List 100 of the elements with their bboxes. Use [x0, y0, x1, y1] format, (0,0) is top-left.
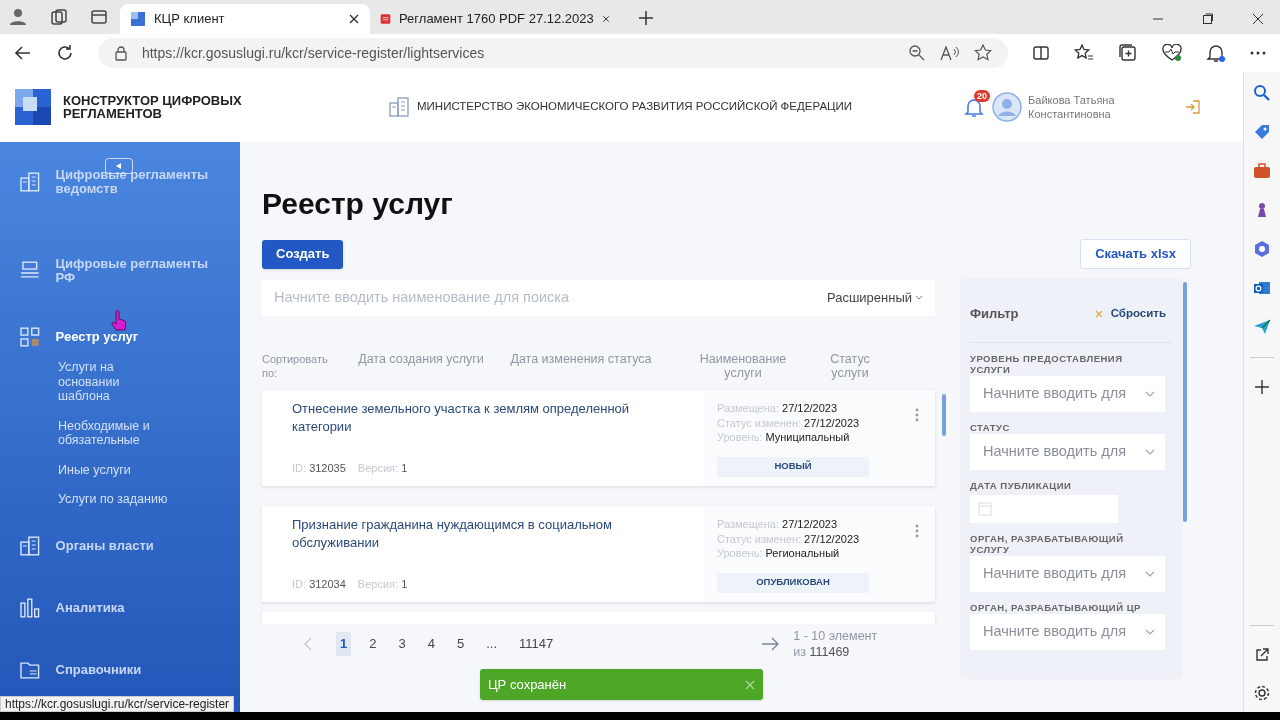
filter-select[interactable]: Начните вводить для	[970, 613, 1165, 650]
status-badge: ОПУБЛИКОВАН	[717, 572, 869, 593]
sidebar-subitem[interactable]: Необходимые и обязательные	[58, 418, 168, 448]
service-title[interactable]: Отнесение земельного участка к землям определенной категории	[292, 400, 672, 436]
back-icon[interactable]	[14, 44, 32, 62]
page-link[interactable]: 3	[394, 632, 410, 656]
tab-actions-icon[interactable]	[90, 8, 108, 26]
more-icon[interactable]	[1250, 51, 1266, 55]
browser-tab[interactable]: КЦР клиент	[120, 4, 370, 34]
bell-icon[interactable]	[1206, 43, 1226, 63]
star-icon[interactable]	[974, 44, 992, 62]
new-tab-icon[interactable]	[638, 10, 654, 26]
status-url: https://kcr.gosuslugi.ru/kcr/service-register	[0, 696, 235, 712]
bar-chart-icon	[20, 597, 40, 618]
scrollbar[interactable]	[942, 394, 946, 436]
sort-label: Сортировать по:	[262, 352, 326, 380]
total-count: из 111469	[793, 644, 851, 660]
favorites-icon[interactable]	[1074, 44, 1094, 62]
page-link[interactable]: 1	[336, 632, 352, 656]
date-field[interactable]	[970, 494, 1118, 523]
more-vertical-icon[interactable]	[915, 524, 919, 538]
service-version: Версия: 1	[357, 576, 408, 592]
filter-label: ДАТА ПУБЛИКАЦИИ	[970, 479, 1073, 491]
search-field[interactable]: Начните вводить наименование для поиска Расширенный	[262, 280, 935, 316]
select-placeholder: Начните вводить для	[983, 441, 1127, 461]
pdf-icon	[380, 11, 391, 27]
tag-icon[interactable]	[1253, 123, 1271, 141]
filter-select[interactable]: Начните вводить для	[970, 375, 1165, 412]
maximize-icon[interactable]	[1202, 13, 1214, 25]
close-icon[interactable]	[1252, 13, 1264, 25]
sort-column[interactable]: Дата изменения статуса	[506, 352, 656, 366]
sort-column[interactable]: Дата создания услуги	[346, 352, 496, 366]
logo-icon	[15, 89, 51, 125]
search-icon[interactable]	[1253, 84, 1271, 102]
external-link-icon[interactable]	[1254, 647, 1270, 663]
sidebar-item[interactable]: Цифровые регламенты РФ	[55, 257, 220, 285]
read-aloud-icon[interactable]	[940, 45, 960, 61]
building-icon	[389, 97, 409, 117]
download-button[interactable]: Скачать xlsx	[1080, 239, 1191, 269]
calendar-icon	[978, 501, 992, 516]
close-icon	[1094, 309, 1103, 318]
chevron-down-icon	[1145, 390, 1155, 397]
filter-select[interactable]: Начните вводить для	[970, 555, 1165, 592]
sidebar-item[interactable]: Реестр услуг	[55, 330, 220, 344]
logo-text: КОНСТРУКТОР ЦИФРОВЫХ РЕГЛАМЕНТОВ	[63, 94, 243, 120]
select-placeholder: Начните вводить для	[983, 621, 1127, 641]
advanced-search-link[interactable]: Расширенный	[826, 288, 923, 308]
create-button[interactable]: Создать	[262, 239, 344, 269]
add-icon[interactable]	[1254, 379, 1270, 395]
sidebar-subitem[interactable]: Услуги по заданию	[58, 492, 168, 507]
toast-message: ЦР сохранён	[488, 675, 568, 694]
filter-title: Фильтр	[970, 305, 1019, 323]
service-version: Версия: 1	[357, 460, 408, 476]
chevron-down-icon	[1145, 448, 1155, 455]
close-icon[interactable]	[348, 13, 360, 25]
briefcase-icon[interactable]	[1253, 162, 1271, 180]
workspaces-icon[interactable]	[50, 8, 68, 26]
search-placeholder: Начните вводить наименование для поиска	[274, 288, 571, 308]
site-icon	[130, 11, 146, 27]
chevron-down-icon	[1145, 570, 1155, 577]
zoom-out-icon[interactable]	[908, 44, 926, 62]
heart-pulse-icon[interactable]	[1162, 44, 1182, 62]
more-vertical-icon[interactable]	[915, 408, 919, 422]
ministry-name: МИНИСТЕРСТВО ЭКОНОМИЧЕСКОГО РАЗВИТИЯ РОССИЙСКОЙ ФЕДЕРАЦИИ	[417, 99, 853, 115]
sort-column[interactable]: Статус услуги	[820, 352, 880, 380]
collections-icon[interactable]	[1118, 43, 1138, 63]
page-link[interactable]: 5	[452, 632, 469, 656]
page-link[interactable]: 4	[423, 632, 439, 656]
sidebar-subitem[interactable]: Услуги на основании шаблона	[58, 360, 168, 404]
scrollbar[interactable]	[1183, 282, 1187, 522]
page-link[interactable]: ...	[482, 632, 501, 656]
chevron-down-icon	[1145, 628, 1155, 635]
list-icon	[20, 261, 40, 281]
select-placeholder: Начните вводить для	[983, 383, 1127, 403]
mail-app-icon[interactable]	[1253, 279, 1271, 297]
profile-icon[interactable]	[8, 6, 28, 26]
paper-plane-icon[interactable]	[1253, 318, 1271, 336]
sidebar-subitem[interactable]: Иные услуги	[58, 462, 168, 477]
sidebar-item[interactable]: Справочники	[55, 662, 220, 677]
sidebar-item[interactable]: Органы власти	[55, 538, 220, 553]
settings-icon[interactable]	[1253, 684, 1271, 702]
next-arrow-icon[interactable]	[761, 637, 780, 651]
address-bar[interactable]: https://kcr.gosuslugi.ru/kcr/service-register/lightservices	[97, 38, 1008, 68]
page-title: Реестр услуг	[262, 187, 454, 221]
filter-select[interactable]: Начните вводить для	[970, 433, 1165, 470]
page-link[interactable]: 2	[365, 632, 381, 656]
tab-title: Регламент 1760 PDF 27.12.2023	[399, 10, 594, 29]
folder-icon	[20, 659, 40, 680]
chevron-down-icon	[915, 295, 923, 301]
page-link[interactable]: 11147	[515, 632, 558, 656]
filter-label: ОРГАН, РАЗРАБАТЫВАЮЩИЙ ЦР	[970, 601, 1142, 613]
service-title[interactable]: Признание гражданина нуждающимся в социальном обслуживании	[292, 516, 672, 552]
sidebar-item[interactable]: Аналитика	[55, 600, 220, 615]
reset-button[interactable]: Сбросить	[1094, 305, 1166, 323]
close-icon[interactable]	[601, 13, 610, 25]
page-range: 1 - 10 элемент	[793, 628, 878, 644]
sort-column[interactable]: Наименование услуги	[688, 352, 798, 380]
filter-label: ОРГАН, РАЗРАБАТЫВАЮЩИЙ УСЛУГУ	[970, 532, 1125, 555]
split-screen-icon[interactable]	[1032, 44, 1050, 62]
refresh-icon[interactable]	[55, 44, 74, 62]
